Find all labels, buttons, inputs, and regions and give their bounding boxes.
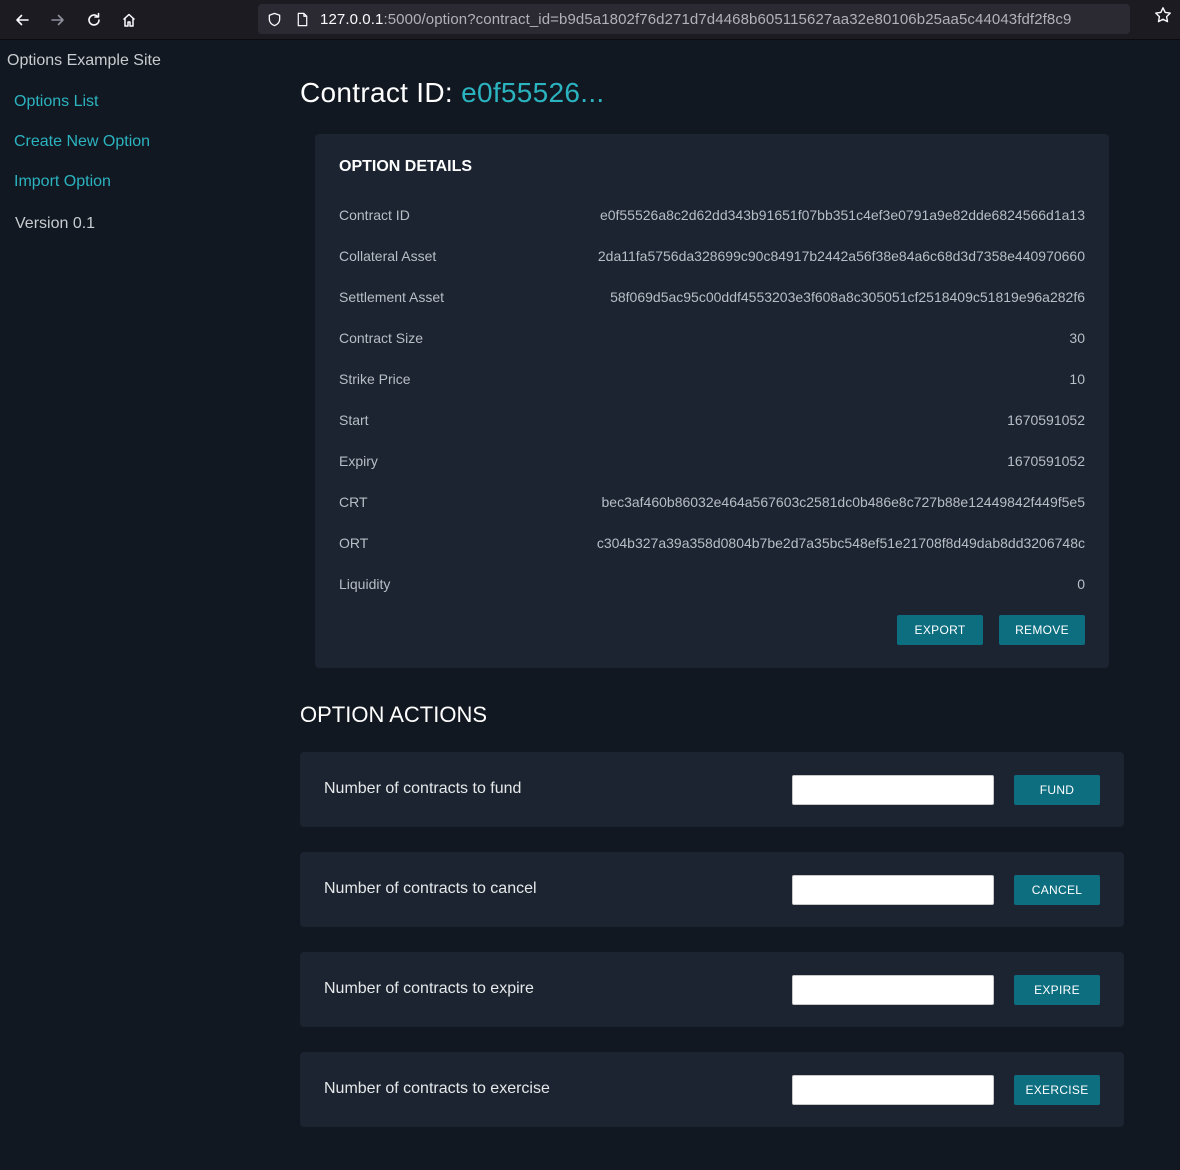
version-label: Version 0.1 xyxy=(15,215,96,232)
detail-value: bec3af460b86032e464a567603c2581dc0b486e8… xyxy=(601,494,1085,510)
remove-button[interactable]: REMOVE xyxy=(999,615,1085,645)
browser-toolbar: 127.0.0.1:5000/option?contract_id=b9d5a1… xyxy=(0,0,1180,40)
expire-label: Number of contracts to expire xyxy=(324,980,534,997)
detail-value: e0f55526a8c2d62dd343b91651f07bb351c4ef3e… xyxy=(599,207,1085,223)
detail-row-collateral-asset: Collateral Asset 2da11fa5756da328699c90c… xyxy=(339,246,1085,266)
detail-label: Start xyxy=(339,412,369,428)
fund-button[interactable]: FUND xyxy=(1014,775,1100,805)
option-actions-heading: OPTION ACTIONS xyxy=(300,702,488,727)
nav-link-options-list[interactable]: Options List xyxy=(14,93,98,111)
detail-label: Expiry xyxy=(339,453,378,469)
action-card-cancel: Number of contracts to cancel CANCEL xyxy=(300,852,1124,927)
action-card-fund: Number of contracts to fund FUND xyxy=(300,752,1124,827)
fund-quantity-input[interactable] xyxy=(792,775,994,805)
option-details-card: OPTION DETAILS Contract ID e0f55526a8c2d… xyxy=(315,134,1109,668)
detail-row-contract-id: Contract ID e0f55526a8c2d62dd343b91651f0… xyxy=(339,205,1085,225)
nav-link-import-option[interactable]: Import Option xyxy=(14,173,111,191)
detail-value: 0 xyxy=(1077,576,1085,592)
exercise-quantity-input[interactable] xyxy=(792,1075,994,1105)
nav-link-create-new-option[interactable]: Create New Option xyxy=(14,133,150,151)
detail-row-crt: CRT bec3af460b86032e464a567603c2581dc0b4… xyxy=(339,492,1085,512)
detail-value: c304b327a39a358d0804b7be2d7a35bc548ef51e… xyxy=(596,535,1085,551)
cancel-label: Number of contracts to cancel xyxy=(324,880,537,897)
detail-row-strike-price: Strike Price 10 xyxy=(339,369,1085,389)
detail-label: Collateral Asset xyxy=(339,248,437,264)
bookmark-star-icon[interactable] xyxy=(1154,6,1172,24)
detail-value: 58f069d5ac95c00ddf4553203e3f608a8c305051… xyxy=(610,289,1085,305)
expire-quantity-input[interactable] xyxy=(792,975,994,1005)
cancel-quantity-input[interactable] xyxy=(792,875,994,905)
detail-value: 2da11fa5756da328699c90c84917b2442a56f38e… xyxy=(597,248,1085,264)
url-host: 127.0.0.1 xyxy=(320,10,384,28)
detail-row-expiry: Expiry 1670591052 xyxy=(339,451,1085,471)
url-text[interactable]: 127.0.0.1:5000/option?contract_id=b9d5a1… xyxy=(320,11,1130,28)
detail-label: ORT xyxy=(339,535,369,551)
back-arrow-icon[interactable] xyxy=(10,8,34,32)
detail-label: Strike Price xyxy=(339,371,411,387)
page-icon[interactable] xyxy=(294,11,310,27)
detail-label: Contract Size xyxy=(339,330,424,346)
action-card-exercise: Number of contracts to exercise EXERCISE xyxy=(300,1052,1124,1127)
reload-icon[interactable] xyxy=(82,8,106,32)
cancel-button[interactable]: CANCEL xyxy=(1014,875,1100,905)
detail-row-contract-size: Contract Size 30 xyxy=(339,328,1085,348)
fund-label: Number of contracts to fund xyxy=(324,780,522,797)
detail-row-start: Start 1670591052 xyxy=(339,410,1085,430)
detail-row-ort: ORT c304b327a39a358d0804b7be2d7a35bc548e… xyxy=(339,533,1085,553)
detail-value: 1670591052 xyxy=(1007,412,1085,428)
detail-row-liquidity: Liquidity 0 xyxy=(339,574,1085,594)
detail-value: 10 xyxy=(1069,371,1085,387)
site-title: Options Example Site xyxy=(7,52,161,69)
export-button[interactable]: EXPORT xyxy=(897,615,983,645)
exercise-button[interactable]: EXERCISE xyxy=(1014,1075,1100,1105)
detail-label: Contract ID xyxy=(339,207,410,223)
exercise-label: Number of contracts to exercise xyxy=(324,1080,550,1097)
action-card-expire: Number of contracts to expire EXPIRE xyxy=(300,952,1124,1027)
home-icon[interactable] xyxy=(117,8,141,32)
url-path: :5000/option?contract_id=b9d5a1802f76d27… xyxy=(383,10,1072,28)
detail-label: Liquidity xyxy=(339,576,391,592)
detail-value: 30 xyxy=(1069,330,1085,346)
detail-value: 1670591052 xyxy=(1007,453,1085,469)
address-bar[interactable]: 127.0.0.1:5000/option?contract_id=b9d5a1… xyxy=(258,4,1130,34)
detail-label: CRT xyxy=(339,494,368,510)
option-details-heading: OPTION DETAILS xyxy=(339,158,473,175)
shield-icon[interactable] xyxy=(266,11,282,27)
page-title-prefix: Contract ID: xyxy=(300,77,453,108)
detail-row-settlement-asset: Settlement Asset 58f069d5ac95c00ddf45532… xyxy=(339,287,1085,307)
detail-label: Settlement Asset xyxy=(339,289,445,305)
contract-id-short: e0f55526... xyxy=(461,77,605,108)
expire-button[interactable]: EXPIRE xyxy=(1014,975,1100,1005)
page-title: Contract ID: e0f55526... xyxy=(300,77,605,109)
forward-arrow-icon[interactable] xyxy=(46,8,70,32)
